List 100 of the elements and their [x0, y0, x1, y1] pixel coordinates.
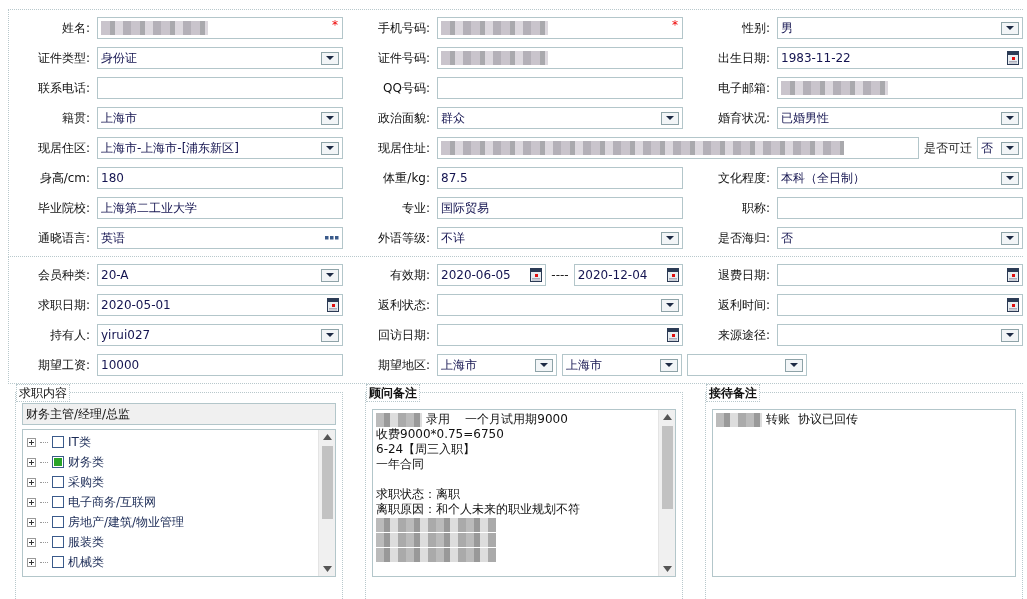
field-label: 婚育状况: — [716, 109, 770, 127]
dropdown-field[interactable] — [687, 354, 807, 376]
expand-icon[interactable] — [27, 557, 36, 567]
input-field[interactable]: 87.5 — [437, 167, 683, 189]
scroll-up-arrow-icon[interactable] — [322, 434, 332, 440]
checkbox[interactable] — [52, 496, 64, 508]
input-field[interactable]: * — [437, 17, 683, 39]
field-label: 毕业院校: — [36, 199, 90, 217]
expand-icon[interactable] — [27, 477, 36, 487]
expand-icon[interactable] — [27, 517, 36, 527]
scrollbar[interactable] — [318, 430, 335, 576]
field-label: 政治面貌: — [376, 109, 430, 127]
more-dots-icon — [325, 236, 339, 240]
dropdown-field[interactable]: 20-A — [97, 264, 343, 286]
input-field[interactable] — [437, 137, 919, 159]
field-label: 现居住区: — [36, 139, 90, 157]
dropdown-field[interactable]: 男 — [777, 17, 1023, 39]
input-field[interactable]: 国际贸易 — [437, 197, 683, 219]
input-field[interactable]: 上海第二工业大学 — [97, 197, 343, 219]
input-field[interactable] — [437, 47, 683, 69]
expand-icon[interactable] — [27, 437, 36, 447]
calendar-icon — [530, 268, 543, 282]
checkbox[interactable] — [52, 436, 64, 448]
checkbox[interactable] — [52, 476, 64, 488]
input-field[interactable] — [777, 197, 1023, 219]
tree-item[interactable]: 采购类 — [68, 473, 104, 491]
dropdown-field[interactable]: 本科（全日制） — [777, 167, 1023, 189]
required-marker: * — [672, 18, 678, 32]
date-field[interactable] — [437, 324, 683, 346]
dropdown-field[interactable]: 群众 — [437, 107, 683, 129]
field-label: 通晓语言: — [36, 229, 90, 247]
checkbox[interactable] — [52, 536, 64, 548]
notes-field[interactable]: 转账 协议已回传 — [712, 409, 1016, 577]
dropdown-field[interactable]: 身份证 — [97, 47, 343, 69]
field-label: 外语等级: — [376, 229, 430, 247]
tree-item[interactable]: 房地产/建筑/物业管理 — [68, 513, 185, 531]
field-label: 籍贯: — [60, 109, 90, 127]
notes-field[interactable]: 录用 一个月试用期9000 收费9000*0.75=6750 6-24【周三入职】 一年合同 求职状态：离职 离职原因：和个人未来的职业规划不符 — [372, 409, 676, 577]
dropdown-field[interactable]: 已婚男性 — [777, 107, 1023, 129]
group-legend: 接待备注 — [706, 384, 760, 402]
field-label: 身高/cm: — [38, 169, 90, 187]
scroll-down-arrow-icon[interactable] — [662, 566, 672, 572]
input-field[interactable] — [97, 77, 343, 99]
dropdown-field[interactable]: 上海市 — [97, 107, 343, 129]
group-legend: 求职内容 — [16, 384, 70, 402]
tree-item[interactable]: 服装类 — [68, 533, 104, 551]
date-field[interactable]: 2020-12-04 — [573, 264, 683, 286]
field-label: 持有人: — [48, 326, 90, 344]
tree-item[interactable]: 财务类 — [68, 453, 104, 471]
checkbox[interactable] — [52, 516, 64, 528]
input-field[interactable]: * — [97, 17, 343, 39]
field-label: 职称: — [740, 199, 770, 217]
dropdown-field[interactable]: 上海市 — [562, 354, 682, 376]
date-field[interactable] — [777, 294, 1023, 316]
field-label: ---- — [551, 268, 569, 282]
expand-icon[interactable] — [27, 537, 36, 547]
field-label: 有效期: — [388, 266, 430, 284]
redacted-block — [716, 412, 762, 427]
date-field[interactable]: 2020-05-01 — [97, 294, 343, 316]
field-label: 来源途径: — [716, 326, 770, 344]
date-field[interactable]: 2020-06-05 — [437, 264, 547, 286]
scroll-down-arrow-icon[interactable] — [322, 566, 332, 572]
dropdown-field[interactable]: 否 — [977, 137, 1023, 159]
checkbox[interactable] — [52, 456, 64, 468]
dropdown-field[interactable]: 上海市 — [437, 354, 557, 376]
expand-icon[interactable] — [27, 457, 36, 467]
date-field[interactable]: 1983-11-22 — [777, 47, 1023, 69]
expand-icon[interactable] — [27, 497, 36, 507]
dropdown-field[interactable]: 不详 — [437, 227, 683, 249]
input-field[interactable]: 180 — [97, 167, 343, 189]
field-label: 期望工资: — [36, 356, 90, 374]
input-field[interactable] — [437, 77, 683, 99]
redacted-block — [376, 412, 422, 427]
dropdown-field[interactable]: 上海市-上海市-[浦东新区] — [97, 137, 343, 159]
field-label: 返利状态: — [376, 296, 430, 314]
tree-item[interactable]: 机械类 — [68, 553, 104, 571]
field-label: 现居住址: — [376, 139, 430, 157]
input-field[interactable]: 财务主管/经理/总监 — [22, 403, 336, 425]
note-text: 离职原因：和个人未来的职业规划不符 — [376, 502, 580, 517]
dropdown-field[interactable] — [437, 294, 683, 316]
field-label: 证件类型: — [36, 49, 90, 67]
field-label: 体重/kg: — [382, 169, 430, 187]
input-field[interactable]: 10000 — [97, 354, 343, 376]
calendar-icon — [1007, 51, 1019, 65]
scroll-up-arrow-icon[interactable] — [662, 414, 672, 420]
checkbox[interactable] — [52, 556, 64, 568]
field-label: QQ号码: — [382, 79, 430, 97]
dropdown-field[interactable]: 否 — [777, 227, 1023, 249]
input-field[interactable]: 英语 — [97, 227, 343, 249]
note-text: 6-24【周三入职】 — [376, 442, 476, 457]
dropdown-field[interactable] — [777, 324, 1023, 346]
tree-item[interactable]: 电子商务/互联网 — [68, 493, 157, 511]
tree-item[interactable]: IT类 — [68, 433, 91, 451]
dropdown-field[interactable]: yirui027 — [97, 324, 343, 346]
calendar-icon — [667, 328, 679, 342]
field-label: 手机号码: — [376, 19, 430, 37]
note-text: 一年合同 — [376, 457, 424, 472]
scrollbar[interactable] — [658, 410, 675, 576]
date-field[interactable] — [777, 264, 1023, 286]
input-field[interactable] — [777, 77, 1023, 99]
